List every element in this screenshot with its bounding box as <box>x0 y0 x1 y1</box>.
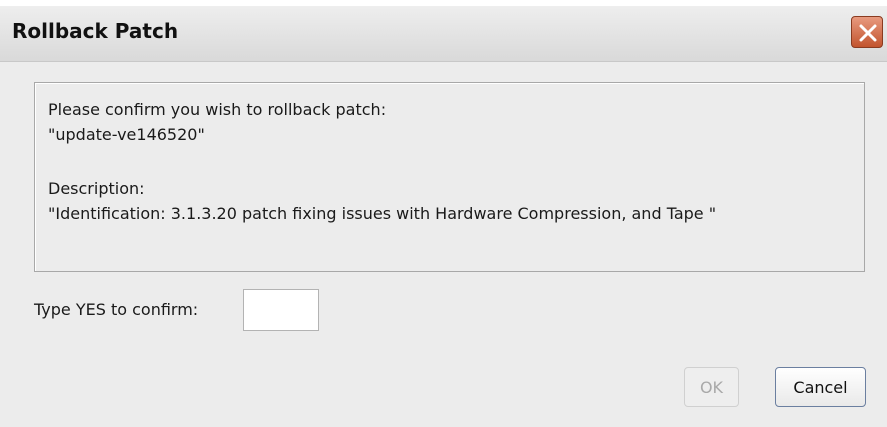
patch-name: "update-ve146520" <box>48 125 205 144</box>
cancel-button[interactable]: Cancel <box>775 367 866 407</box>
title-bar: Rollback Patch <box>0 6 887 62</box>
dialog-title: Rollback Patch <box>12 19 179 43</box>
ok-button[interactable]: OK <box>684 367 739 407</box>
description-label: Description: <box>48 179 145 198</box>
confirm-label: Type YES to confirm: <box>34 300 199 319</box>
rollback-patch-dialog: Rollback Patch Please confirm you wish t… <box>0 6 887 427</box>
message-panel: Please confirm you wish to rollback patc… <box>34 82 865 272</box>
confirm-input[interactable] <box>243 289 319 331</box>
close-button[interactable] <box>851 16 883 48</box>
close-icon <box>859 24 877 42</box>
description-text: "Identification: 3.1.3.20 patch fixing i… <box>48 204 717 223</box>
confirm-message: Please confirm you wish to rollback patc… <box>48 100 387 119</box>
